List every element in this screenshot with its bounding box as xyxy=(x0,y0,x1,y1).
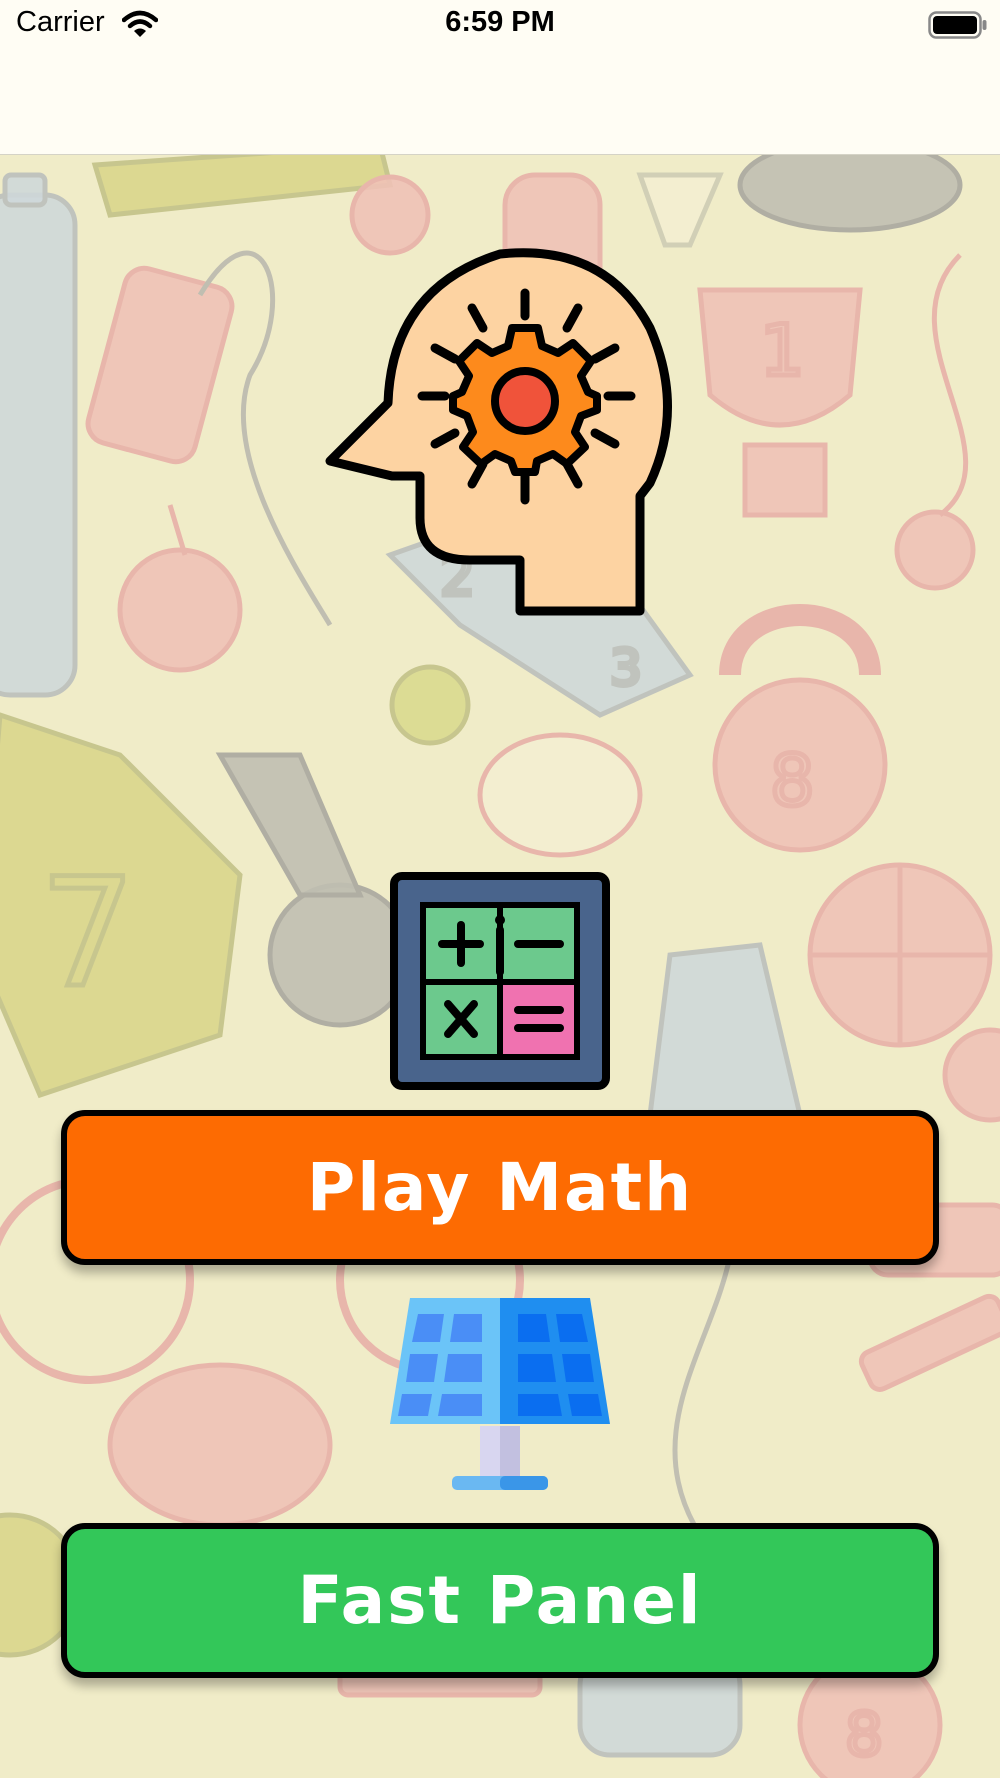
battery-icon xyxy=(928,11,987,39)
calculator-icon xyxy=(390,872,610,1090)
fast-panel-label: Fast Panel xyxy=(297,1562,703,1639)
status-time: 6:59 PM xyxy=(445,6,555,38)
solar-panel-icon xyxy=(390,1298,610,1490)
svg-text:1: 1 xyxy=(760,310,805,392)
app-screen: 1 2 1 3 8 7 xyxy=(0,0,1000,1778)
head-with-gear-icon xyxy=(325,248,672,616)
svg-text:8: 8 xyxy=(770,740,815,822)
play-math-button[interactable]: Play Math xyxy=(61,1110,939,1265)
svg-text:7: 7 xyxy=(40,847,135,1021)
status-bar: Carrier 6:59 PM xyxy=(0,0,1000,155)
play-math-label: Play Math xyxy=(306,1149,694,1226)
fast-panel-button[interactable]: Fast Panel xyxy=(61,1523,939,1678)
svg-text:8: 8 xyxy=(845,1700,883,1770)
svg-text:3: 3 xyxy=(610,639,642,697)
